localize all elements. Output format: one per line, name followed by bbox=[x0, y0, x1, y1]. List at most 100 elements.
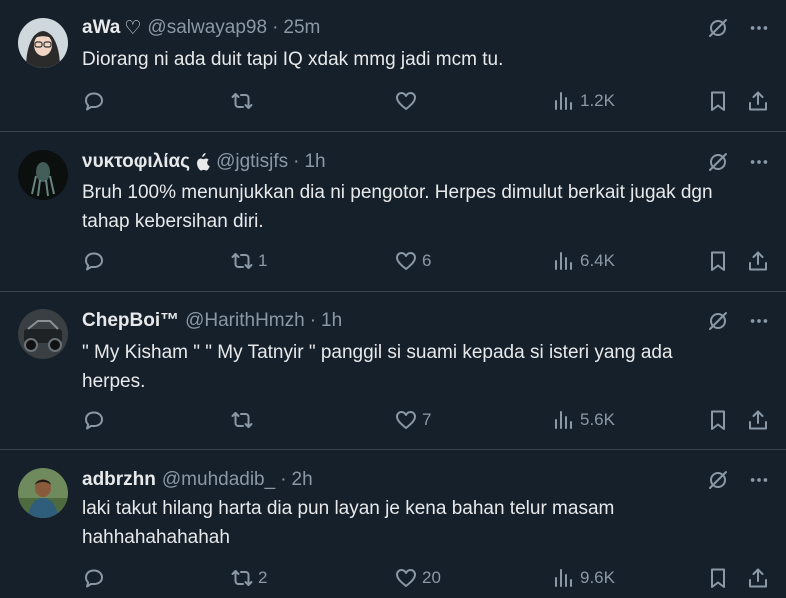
bookmark-button[interactable] bbox=[706, 407, 730, 433]
user-handle[interactable]: @jgtisjfs bbox=[216, 151, 288, 173]
tweet-feed: aWa ♡ @salwayap98 · 25m Diorang ni ada d… bbox=[0, 0, 786, 598]
views-icon bbox=[552, 408, 576, 432]
bookmark-icon bbox=[706, 89, 730, 113]
reply-icon bbox=[82, 249, 106, 273]
like-button[interactable]: 20 bbox=[394, 565, 441, 591]
tweet-actions: 1.2K bbox=[82, 88, 770, 114]
share-icon bbox=[746, 566, 770, 590]
share-button[interactable] bbox=[746, 248, 770, 274]
retweet-icon bbox=[230, 249, 254, 273]
bookmark-icon bbox=[706, 249, 730, 273]
avatar[interactable] bbox=[18, 309, 68, 359]
retweet-button[interactable] bbox=[230, 88, 258, 114]
tweet-header: ChepBoi™ @HarithHmzh · 1h bbox=[82, 309, 706, 333]
bookmark-icon bbox=[706, 566, 730, 590]
tweet-header: adbrzhn @muhdadib_ · 2h bbox=[82, 468, 706, 492]
view-count: 9.6K bbox=[580, 568, 615, 587]
tweet[interactable]: adbrzhn @muhdadib_ · 2h laki takut hilan… bbox=[0, 450, 786, 598]
separator-dot: · bbox=[309, 310, 317, 331]
retweet-button[interactable]: 1 bbox=[230, 248, 267, 274]
view-count: 6.4K bbox=[580, 251, 615, 270]
separator-dot: · bbox=[280, 469, 287, 490]
views-icon bbox=[552, 89, 576, 113]
avatar[interactable] bbox=[18, 18, 68, 68]
heart-icon bbox=[394, 566, 418, 590]
grok-icon[interactable] bbox=[706, 16, 730, 40]
more-icon[interactable] bbox=[748, 17, 770, 39]
tweet[interactable]: ChepBoi™ @HarithHmzh · 1h " My Kisham " … bbox=[0, 292, 786, 450]
reply-button[interactable] bbox=[82, 565, 110, 591]
reply-icon bbox=[82, 408, 106, 432]
avatar[interactable] bbox=[18, 150, 68, 200]
view-count: 1.2K bbox=[580, 91, 615, 110]
share-icon bbox=[746, 249, 770, 273]
like-button[interactable]: 7 bbox=[394, 407, 431, 433]
like-count: 20 bbox=[422, 568, 441, 587]
tweet[interactable]: aWa ♡ @salwayap98 · 25m Diorang ni ada d… bbox=[0, 0, 786, 132]
bookmark-button[interactable] bbox=[706, 565, 730, 591]
display-name[interactable]: νυκτοφιλίας bbox=[82, 151, 190, 173]
reply-icon bbox=[82, 89, 106, 113]
retweet-icon bbox=[230, 566, 254, 590]
separator-dot: · bbox=[272, 17, 279, 38]
tweet[interactable]: νυκτοφιλίας @jgtisjfs · 1h Bruh 100% men… bbox=[0, 132, 786, 292]
timestamp[interactable]: 1h bbox=[321, 310, 342, 332]
heart-icon bbox=[394, 89, 418, 113]
bookmark-button[interactable] bbox=[706, 248, 730, 274]
bookmark-button[interactable] bbox=[706, 88, 730, 114]
tweet-header: aWa ♡ @salwayap98 · 25m bbox=[82, 16, 706, 40]
view-count: 5.6K bbox=[580, 410, 615, 429]
user-handle[interactable]: @salwayap98 bbox=[147, 17, 267, 39]
grok-icon[interactable] bbox=[706, 309, 730, 333]
tweet-actions: 2 20 9.6K bbox=[82, 565, 770, 591]
reply-button[interactable] bbox=[82, 407, 110, 433]
timestamp[interactable]: 25m bbox=[283, 17, 320, 39]
reply-button[interactable] bbox=[82, 248, 110, 274]
user-handle[interactable]: @HarithHmzh bbox=[185, 310, 305, 332]
tweet-actions: 7 5.6K bbox=[82, 407, 770, 433]
display-name[interactable]: adbrzhn bbox=[82, 469, 156, 491]
share-icon bbox=[746, 408, 770, 432]
tweet-actions: 1 6 6.4K bbox=[82, 248, 770, 274]
more-icon[interactable] bbox=[748, 151, 770, 173]
timestamp[interactable]: 2h bbox=[292, 469, 313, 491]
like-count: 6 bbox=[422, 251, 432, 270]
views-button[interactable]: 5.6K bbox=[552, 407, 615, 433]
views-button[interactable]: 1.2K bbox=[552, 88, 615, 114]
like-count: 7 bbox=[422, 410, 432, 429]
share-button[interactable] bbox=[746, 565, 770, 591]
like-button[interactable]: 6 bbox=[394, 248, 431, 274]
display-name[interactable]: ChepBoi™ bbox=[82, 310, 179, 332]
grok-icon[interactable] bbox=[706, 468, 730, 492]
tweet-top-actions bbox=[706, 309, 770, 333]
share-button[interactable] bbox=[746, 88, 770, 114]
views-icon bbox=[552, 566, 576, 590]
more-icon[interactable] bbox=[748, 469, 770, 491]
retweet-button[interactable]: 2 bbox=[230, 565, 267, 591]
retweet-icon bbox=[230, 408, 254, 432]
display-name[interactable]: aWa bbox=[82, 17, 120, 39]
views-icon bbox=[552, 249, 576, 273]
timestamp[interactable]: 1h bbox=[304, 151, 325, 173]
grok-icon[interactable] bbox=[706, 150, 730, 174]
tweet-top-actions bbox=[706, 16, 770, 40]
retweet-icon bbox=[230, 89, 254, 113]
avatar[interactable] bbox=[18, 468, 68, 518]
retweet-button[interactable] bbox=[230, 407, 258, 433]
tweet-text: Diorang ni ada duit tapi IQ xdak mmg jad… bbox=[82, 49, 504, 70]
name-emoji: ♡ bbox=[124, 17, 142, 39]
like-button[interactable] bbox=[394, 88, 422, 114]
tweet-top-actions bbox=[706, 150, 770, 174]
share-button[interactable] bbox=[746, 407, 770, 433]
views-button[interactable]: 6.4K bbox=[552, 248, 615, 274]
views-button[interactable]: 9.6K bbox=[552, 565, 615, 591]
more-icon[interactable] bbox=[748, 310, 770, 332]
retweet-count: 1 bbox=[258, 251, 268, 270]
tweet-text: Bruh 100% menunjukkan dia ni pengotor. H… bbox=[82, 182, 713, 232]
apple-icon bbox=[194, 153, 210, 171]
bookmark-icon bbox=[706, 408, 730, 432]
tweet-text: " My Kisham " " My Tatnyir " panggil si … bbox=[82, 342, 673, 392]
reply-button[interactable] bbox=[82, 88, 110, 114]
user-handle[interactable]: @muhdadib_ bbox=[162, 469, 275, 491]
retweet-count: 2 bbox=[258, 568, 268, 587]
